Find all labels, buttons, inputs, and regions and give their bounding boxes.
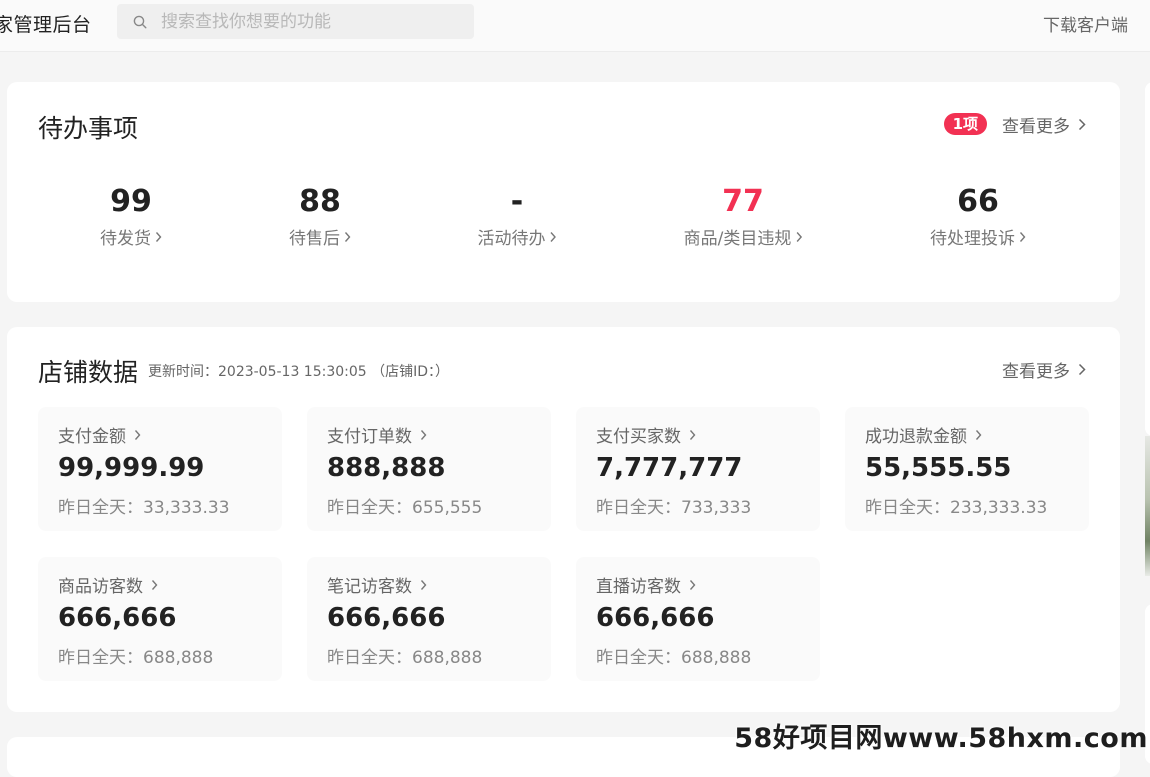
todo-item-complaints[interactable]: 66 待处理投诉 xyxy=(930,182,1026,249)
todo-value: 88 xyxy=(289,182,351,222)
chevron-right-icon xyxy=(1078,118,1086,131)
metric-label-wrap: 支付金额 xyxy=(58,422,141,447)
store-more-link[interactable]: 查看更多 xyxy=(1002,357,1086,382)
metric-card-product-visitors[interactable]: 商品访客数 666,666 昨日全天：688,888 xyxy=(38,557,282,681)
todo-value: 77 xyxy=(684,182,803,222)
metric-value: 666,666 xyxy=(58,603,176,633)
chevron-right-icon xyxy=(420,429,427,441)
todo-count-badge: 1项 xyxy=(944,113,987,135)
update-time: 更新时间：2023-05-13 15:30:05 （店铺ID：） xyxy=(148,361,449,381)
todo-item-pending-after-sale[interactable]: 88 待售后 xyxy=(289,182,351,249)
search-icon xyxy=(133,15,147,29)
metric-card-buyer-count[interactable]: 支付买家数 7,777,777 昨日全天：733,333 xyxy=(576,407,820,531)
chevron-right-icon xyxy=(344,231,351,243)
metric-card-order-count[interactable]: 支付订单数 888,888 昨日全天：655,555 xyxy=(307,407,551,531)
metric-label: 笔记访客数 xyxy=(327,572,412,597)
metric-value: 55,555.55 xyxy=(865,453,1011,483)
chevron-right-icon xyxy=(550,231,557,243)
todo-label-wrap: 待发货 xyxy=(100,224,162,249)
todo-card: 待办事项 1项 查看更多 99 待发货 88 待售后 - 活动待办 77 商品/… xyxy=(7,82,1120,302)
metric-yesterday: 昨日全天：233,333.33 xyxy=(865,493,1047,518)
chevron-right-icon xyxy=(689,579,696,591)
metric-label-wrap: 成功退款金额 xyxy=(865,422,982,447)
metric-card-live-visitors[interactable]: 直播访客数 666,666 昨日全天：688,888 xyxy=(576,557,820,681)
metric-label-wrap: 直播访客数 xyxy=(596,572,696,597)
chevron-right-icon xyxy=(795,231,802,243)
todo-label: 待发货 xyxy=(100,224,151,249)
chevron-right-icon xyxy=(975,429,982,441)
todo-label-wrap: 商品/类目违规 xyxy=(684,224,803,249)
chevron-right-icon xyxy=(1019,231,1026,243)
watermark-text: 58好项目网www.58hxm.com xyxy=(734,716,1148,755)
todo-value: 99 xyxy=(100,182,162,222)
metric-label-wrap: 商品访客数 xyxy=(58,572,158,597)
todo-more-label: 查看更多 xyxy=(1002,112,1070,137)
todo-title: 待办事项 xyxy=(38,109,138,145)
metric-yesterday: 昨日全天：33,333.33 xyxy=(58,493,230,518)
todo-label-wrap: 待售后 xyxy=(289,224,351,249)
todo-more-link[interactable]: 查看更多 xyxy=(1002,112,1086,137)
metric-label: 直播访客数 xyxy=(596,572,681,597)
metric-value: 888,888 xyxy=(327,453,445,483)
metric-yesterday: 昨日全天：655,555 xyxy=(327,493,482,518)
metric-card-note-visitors[interactable]: 笔记访客数 666,666 昨日全天：688,888 xyxy=(307,557,551,681)
metric-value: 99,999.99 xyxy=(58,453,204,483)
top-bar: 家管理后台 下载客户端 xyxy=(0,0,1150,52)
metric-yesterday: 昨日全天：688,888 xyxy=(327,643,482,668)
search-box[interactable] xyxy=(117,4,474,39)
todo-label: 活动待办 xyxy=(478,224,546,249)
metric-card-refund-amount[interactable]: 成功退款金额 55,555.55 昨日全天：233,333.33 xyxy=(845,407,1089,531)
metric-label-wrap: 笔记访客数 xyxy=(327,572,427,597)
store-data-card: 店铺数据 更新时间：2023-05-13 15:30:05 （店铺ID：） 查看… xyxy=(7,327,1120,712)
side-banner-edge xyxy=(1145,436,1150,576)
metric-value: 666,666 xyxy=(327,603,445,633)
metric-label-wrap: 支付订单数 xyxy=(327,422,427,447)
download-client-link[interactable]: 下载客户端 xyxy=(1043,11,1128,36)
todo-item-pending-shipment[interactable]: 99 待发货 xyxy=(100,182,162,249)
chevron-right-icon xyxy=(155,231,162,243)
todo-value: - xyxy=(478,182,557,222)
todo-label: 待售后 xyxy=(289,224,340,249)
chevron-right-icon xyxy=(1078,363,1086,376)
app-title: 家管理后台 xyxy=(0,10,92,37)
metric-yesterday: 昨日全天：688,888 xyxy=(58,643,213,668)
todo-label: 商品/类目违规 xyxy=(684,224,792,249)
chevron-right-icon xyxy=(420,579,427,591)
todo-label-wrap: 活动待办 xyxy=(478,224,557,249)
metric-label: 成功退款金额 xyxy=(865,422,967,447)
metric-yesterday: 昨日全天：733,333 xyxy=(596,493,751,518)
todo-label-wrap: 待处理投诉 xyxy=(930,224,1026,249)
metric-label: 支付金额 xyxy=(58,422,126,447)
todo-label: 待处理投诉 xyxy=(930,224,1015,249)
metric-label: 支付买家数 xyxy=(596,422,681,447)
metric-value: 7,777,777 xyxy=(596,453,742,483)
chevron-right-icon xyxy=(134,429,141,441)
metric-card-payment-amount[interactable]: 支付金额 99,999.99 昨日全天：33,333.33 xyxy=(38,407,282,531)
metric-value: 666,666 xyxy=(596,603,714,633)
todo-item-activity[interactable]: - 活动待办 xyxy=(478,182,557,249)
todo-item-violations[interactable]: 77 商品/类目违规 xyxy=(684,182,803,249)
metric-yesterday: 昨日全天：688,888 xyxy=(596,643,751,668)
metric-label-wrap: 支付买家数 xyxy=(596,422,696,447)
store-more-label: 查看更多 xyxy=(1002,357,1070,382)
chevron-right-icon xyxy=(151,579,158,591)
chevron-right-icon xyxy=(689,429,696,441)
side-panel-edge xyxy=(1145,82,1150,436)
search-input[interactable] xyxy=(161,12,461,32)
store-title: 店铺数据 xyxy=(38,353,138,389)
metric-label: 商品访客数 xyxy=(58,572,143,597)
metric-label: 支付订单数 xyxy=(327,422,412,447)
todo-value: 66 xyxy=(930,182,1026,222)
